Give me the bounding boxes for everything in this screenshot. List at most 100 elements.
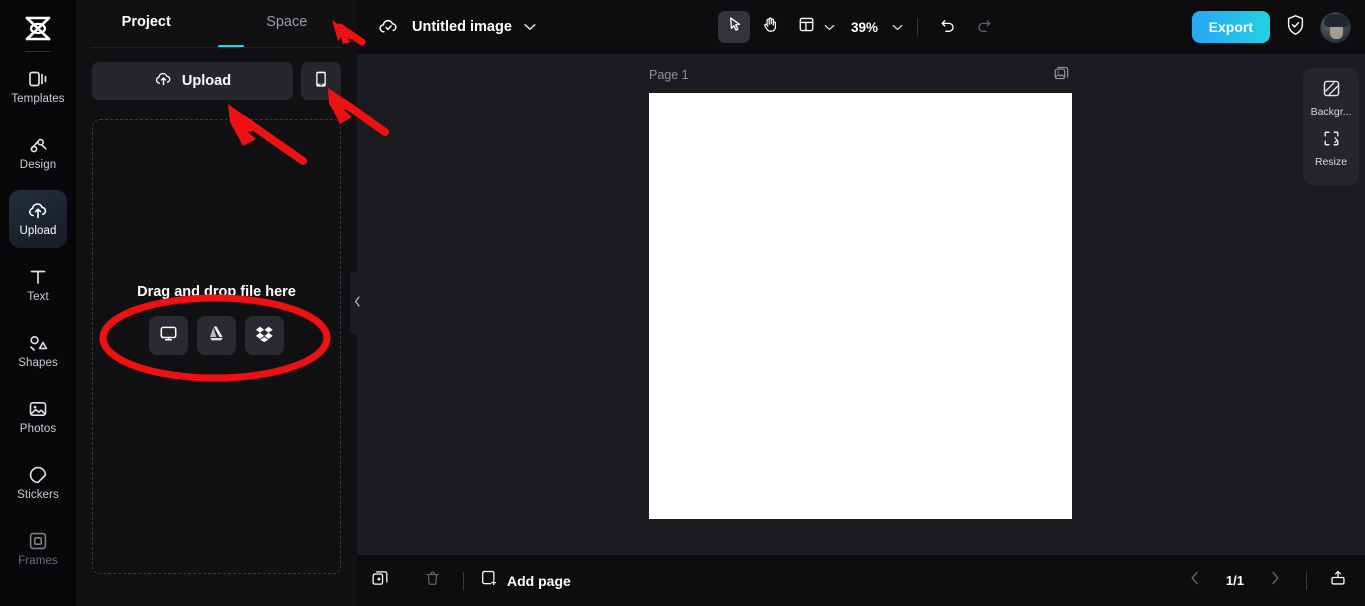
- undo-icon: [939, 16, 957, 39]
- pager-divider: [1306, 571, 1307, 590]
- sidebar-item-text[interactable]: Text: [9, 256, 67, 314]
- tabs-divider: [90, 47, 343, 48]
- sidebar-item-label: Upload: [19, 225, 57, 238]
- present-button[interactable]: [1323, 566, 1353, 596]
- tool-label: Backgr...: [1310, 106, 1352, 118]
- trash-icon: [424, 570, 441, 592]
- toolbar-divider: [917, 18, 919, 36]
- stickers-icon: [27, 464, 49, 486]
- file-dropzone[interactable]: Drag and drop file here: [92, 119, 341, 574]
- hand-tool-button[interactable]: [754, 11, 786, 43]
- zoom-level-value[interactable]: 39%: [851, 20, 878, 35]
- layout-frame-icon: [798, 16, 815, 38]
- chevron-right-icon: [1270, 571, 1280, 590]
- page-indicator: 1/1: [1225, 573, 1244, 588]
- avatar-hair: [1324, 13, 1349, 27]
- duplicate-image-button[interactable]: [1054, 66, 1069, 86]
- templates-icon: [27, 68, 49, 90]
- mobile-phone-icon: [313, 70, 329, 93]
- background-pattern-icon: [1322, 79, 1341, 103]
- dropzone-title: Drag and drop file here: [137, 284, 296, 300]
- delete-page-button[interactable]: [417, 566, 447, 596]
- layout-frame-icon-wrap[interactable]: [790, 11, 822, 43]
- sidebar-item-label: Photos: [19, 423, 57, 436]
- frames-icon: [27, 530, 49, 552]
- sidebar-item-shapes[interactable]: Shapes: [9, 322, 67, 380]
- upload-actions-row: Upload: [76, 48, 357, 100]
- tab-space[interactable]: Space: [217, 14, 358, 30]
- document-title[interactable]: Untitled image: [412, 19, 512, 35]
- cursor-arrow-icon: [726, 16, 743, 38]
- sidebar-item-label: Stickers: [17, 489, 59, 502]
- chevron-down-icon[interactable]: [524, 23, 536, 31]
- upload-from-dropbox-button[interactable]: [245, 316, 284, 355]
- hand-icon: [762, 16, 779, 38]
- page-navigation-group: 1/1: [1180, 566, 1353, 596]
- sidebar-item-stickers[interactable]: Stickers: [9, 454, 67, 512]
- chevron-left-icon: [354, 294, 361, 312]
- zoom-chevron-down-icon[interactable]: [892, 18, 903, 36]
- duplicate-image-icon: [1054, 66, 1069, 85]
- left-rail: Templates Design Upload Text Shapes Phot…: [0, 0, 76, 606]
- layout-tool-button[interactable]: [790, 11, 835, 43]
- tab-label: Space: [266, 14, 308, 30]
- page-canvas[interactable]: [649, 93, 1072, 519]
- sidebar-item-label: Text: [27, 291, 49, 304]
- upload-button[interactable]: Upload: [92, 62, 293, 100]
- sidebar-item-label: Design: [19, 159, 57, 172]
- sidebar-item-frames[interactable]: Frames: [9, 520, 67, 578]
- resize-icon: [1322, 129, 1341, 153]
- sidebar-item-design[interactable]: Design: [9, 124, 67, 182]
- chevron-down-icon: [824, 18, 835, 36]
- redo-button[interactable]: [968, 11, 1000, 43]
- export-button[interactable]: Export: [1191, 11, 1270, 43]
- shield-check-button[interactable]: [1282, 14, 1308, 40]
- background-tool-button[interactable]: Backgr...: [1304, 79, 1358, 118]
- upload-cloud-icon: [154, 70, 173, 93]
- next-page-button[interactable]: [1260, 566, 1290, 596]
- duplicate-page-button[interactable]: [365, 566, 395, 596]
- page-label: Page 1: [649, 68, 689, 82]
- panel-tabs: Project Space: [76, 0, 357, 48]
- left-panel: Project Space Upload Drag and drop file …: [76, 0, 357, 606]
- previous-page-button[interactable]: [1180, 566, 1210, 596]
- redo-icon: [975, 16, 993, 39]
- sidebar-item-templates[interactable]: Templates: [9, 58, 67, 116]
- sidebar-item-photos[interactable]: Photos: [9, 388, 67, 446]
- google-drive-icon: [207, 324, 226, 347]
- upload-from-google-drive-button[interactable]: [197, 316, 236, 355]
- rail-divider: [25, 51, 51, 52]
- chevron-left-icon: [1190, 571, 1200, 590]
- dropbox-icon: [255, 324, 274, 347]
- shield-check-icon: [1285, 14, 1306, 41]
- app-root: Templates Design Upload Text Shapes Phot…: [0, 0, 1365, 606]
- canvas-side-toolbar: Backgr... Resize: [1303, 68, 1359, 185]
- top-bar: Untitled image 39% Export: [357, 0, 1365, 54]
- resize-tool-button[interactable]: Resize: [1304, 129, 1358, 168]
- monitor-icon: [159, 324, 178, 348]
- dropzone-source-buttons: [93, 316, 340, 355]
- sidebar-item-label: Templates: [11, 93, 65, 106]
- capcut-logo-icon[interactable]: [16, 8, 60, 48]
- present-icon: [1329, 569, 1347, 592]
- select-tool-button[interactable]: [718, 11, 750, 43]
- canvas-stage[interactable]: Page 1 Backgr... Resize: [357, 54, 1365, 554]
- sidebar-item-upload[interactable]: Upload: [9, 190, 67, 248]
- undo-button[interactable]: [932, 11, 964, 43]
- upload-button-label: Upload: [181, 73, 232, 89]
- user-avatar[interactable]: [1320, 11, 1351, 43]
- sidebar-item-label: Shapes: [18, 357, 58, 370]
- export-button-label: Export: [1208, 19, 1253, 35]
- tab-project[interactable]: Project: [76, 14, 217, 30]
- cloud-sync-icon: [378, 17, 400, 37]
- shapes-icon: [27, 332, 49, 354]
- add-page-button[interactable]: Add page: [480, 569, 571, 592]
- upload-from-computer-button[interactable]: [149, 316, 188, 355]
- panel-collapse-handle[interactable]: [350, 272, 364, 334]
- upload-from-phone-button[interactable]: [301, 62, 341, 100]
- sidebar-item-label: Frames: [18, 555, 58, 568]
- bottom-bar: Add page 1/1: [357, 554, 1365, 606]
- tab-label: Project: [121, 14, 171, 30]
- top-bar-right-group: Export: [1191, 11, 1351, 43]
- tool-label: Resize: [1314, 155, 1348, 168]
